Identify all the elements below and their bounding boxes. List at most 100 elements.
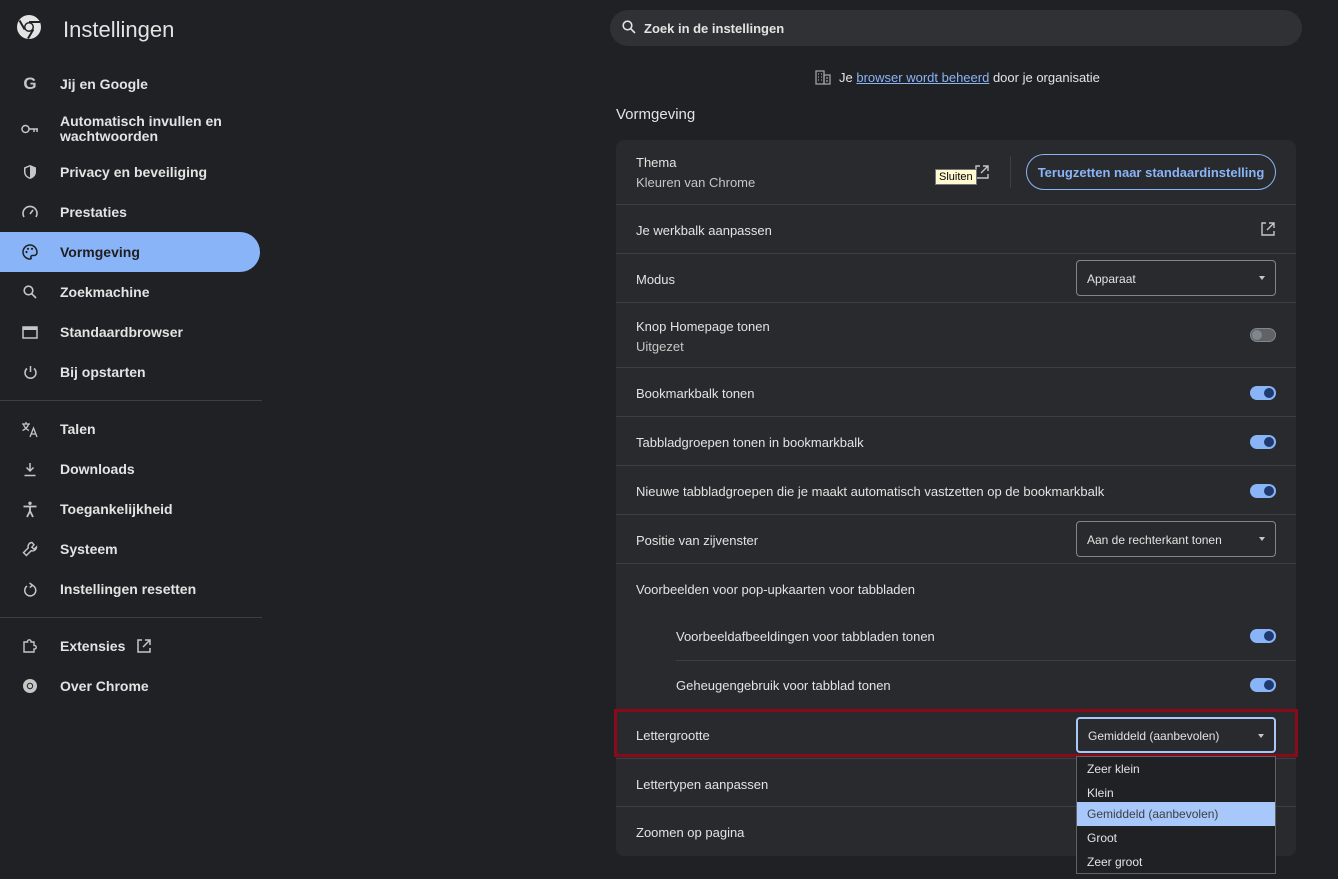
sidebar: Instellingen G Jij en Google Automatisch… <box>0 0 262 879</box>
sidebar-item-jij-en-google[interactable]: G Jij en Google <box>0 64 260 104</box>
managed-notice: Je browser wordt beheerd door je organis… <box>815 69 1100 85</box>
sidebar-item-extensies[interactable]: Extensies <box>0 626 260 666</box>
mode-row: Modus Apparaat <box>616 253 1296 302</box>
sidebar-divider <box>0 400 262 401</box>
home-button-toggle[interactable] <box>1250 328 1276 342</box>
accessibility-icon <box>20 499 40 519</box>
sidebar-item-label: Privacy en beveiliging <box>60 163 208 180</box>
chevron-down-icon <box>1259 276 1265 280</box>
dropdown-option[interactable]: Zeer groot <box>1077 850 1275 874</box>
hover-memory-toggle[interactable] <box>1250 678 1276 692</box>
toolbar-label: Je werkbalk aanpassen <box>636 223 772 238</box>
tabgroups-label: Tabbladgroepen tonen in bookmarkbalk <box>636 435 864 450</box>
fonts-label: Lettertypen aanpassen <box>636 777 769 792</box>
sidebar-item-label: Automatisch invullen en wachtwoorden <box>60 113 222 144</box>
chrome-logo <box>16 14 42 40</box>
sidebar-item-label: Prestaties <box>60 203 127 220</box>
reset-theme-button[interactable]: Terugzetten naar standaardinstelling <box>1026 154 1276 190</box>
download-icon <box>20 459 40 479</box>
sidebar-item-prestaties[interactable]: Prestaties <box>0 192 260 232</box>
tooltip: Sluiten <box>935 169 977 185</box>
pin-groups-label: Nieuwe tabbladgroepen die je maakt autom… <box>636 484 1105 499</box>
sidebar-item-label: Systeem <box>60 540 118 557</box>
hover-images-toggle[interactable] <box>1250 629 1276 643</box>
palette-icon <box>20 242 40 262</box>
sidebar-item-label: Vormgeving <box>60 243 140 260</box>
theme-sub: Kleuren van Chrome <box>636 175 756 190</box>
section-title: Vormgeving <box>616 106 696 123</box>
side-panel-label: Positie van zijvenster <box>636 533 759 548</box>
page-title: Instellingen <box>63 17 175 42</box>
sidebar-item-standaardbrowser[interactable]: Standaardbrowser <box>0 312 260 352</box>
sidebar-item-toegankelijkheid[interactable]: Toegankelijkheid <box>0 489 260 529</box>
managed-link[interactable]: browser wordt beheerd <box>856 70 989 85</box>
sidebar-item-autofill[interactable]: Automatisch invullen en wachtwoorden <box>0 108 260 150</box>
bookmarks-row: Bookmarkbalk tonen <box>616 367 1296 416</box>
reset-icon <box>20 579 40 599</box>
bookmarks-label: Bookmarkbalk tonen <box>636 386 755 401</box>
bookmarks-toggle[interactable] <box>1250 386 1276 400</box>
mode-select[interactable]: Apparaat <box>1076 260 1276 296</box>
puzzle-icon <box>20 636 40 656</box>
sidebar-item-label: Instellingen resetten <box>60 580 197 597</box>
mode-label: Modus <box>636 272 676 287</box>
hover-images-row: Voorbeeldafbeeldingen voor tabbladen ton… <box>616 612 1296 660</box>
dropdown-option-selected[interactable]: Gemiddeld (aanbevolen) <box>1077 802 1275 826</box>
wrench-icon <box>20 539 40 559</box>
side-panel-row: Positie van zijvenster Aan de rechterkan… <box>616 514 1296 563</box>
pin-groups-row: Nieuwe tabbladgroepen die je maakt autom… <box>616 465 1296 514</box>
external-link-icon <box>136 638 152 657</box>
browser-window-icon <box>20 322 40 342</box>
highlight-box <box>614 709 1298 757</box>
chrome-logo-icon <box>17 15 41 40</box>
search-input[interactable]: Zoek in de instellingen <box>610 10 1302 46</box>
key-icon <box>20 119 40 139</box>
sidebar-item-talen[interactable]: Talen <box>0 409 260 449</box>
zoom-label: Zoomen op pagina <box>636 825 745 840</box>
font-size-dropdown: Zeer klein Klein Gemiddeld (aanbevolen) … <box>1076 756 1276 874</box>
sidebar-item-label: Standaardbrowser <box>60 323 183 340</box>
chevron-down-icon <box>1259 537 1265 541</box>
hover-images-label: Voorbeeldafbeeldingen voor tabbladen ton… <box>676 629 935 644</box>
toolbar-row[interactable]: Je werkbalk aanpassen <box>616 204 1296 253</box>
sidebar-item-label: Talen <box>60 420 96 437</box>
sidebar-item-instellingen-resetten[interactable]: Instellingen resetten <box>0 569 260 609</box>
hover-memory-row: Geheugengebruik voor tabblad tonen <box>616 661 1296 709</box>
sidebar-item-label: Toegankelijkheid <box>60 500 173 517</box>
hover-memory-label: Geheugengebruik voor tabblad tonen <box>676 678 891 693</box>
vertical-separator <box>1010 156 1011 188</box>
pin-groups-toggle[interactable] <box>1250 484 1276 498</box>
managed-suffix: door je organisatie <box>992 69 1100 85</box>
tabgroups-toggle[interactable] <box>1250 435 1276 449</box>
sidebar-item-systeem[interactable]: Systeem <box>0 529 260 569</box>
sidebar-item-vormgeving[interactable]: Vormgeving <box>0 232 260 272</box>
search-icon <box>622 20 636 37</box>
home-button-label: Knop Homepage tonen <box>636 319 770 334</box>
sidebar-item-label: Bij opstarten <box>60 363 146 380</box>
dropdown-option[interactable]: Groot <box>1077 826 1275 850</box>
google-icon: G <box>23 74 37 93</box>
external-link-icon <box>1260 221 1276 240</box>
sidebar-item-bij-opstarten[interactable]: Bij opstarten <box>0 352 260 392</box>
search-placeholder: Zoek in de instellingen <box>644 21 785 36</box>
building-icon <box>815 69 831 85</box>
side-panel-select[interactable]: Aan de rechterkant tonen <box>1076 521 1276 557</box>
speedometer-icon <box>20 202 40 222</box>
hover-cards-label: Voorbeelden voor pop-upkaarten voor tabb… <box>636 582 915 597</box>
sidebar-item-label: Extensies <box>60 637 126 654</box>
sidebar-item-label: Zoekmachine <box>60 283 150 300</box>
theme-label: Thema <box>636 155 677 170</box>
sidebar-item-zoekmachine[interactable]: Zoekmachine <box>0 272 260 312</box>
dropdown-option[interactable]: Zeer klein <box>1077 757 1275 781</box>
home-button-sub: Uitgezet <box>636 339 684 354</box>
power-icon <box>20 362 40 382</box>
sidebar-divider <box>0 617 262 618</box>
translate-icon <box>20 419 40 439</box>
shield-icon <box>20 162 40 182</box>
mode-select-value: Apparaat <box>1087 272 1136 286</box>
side-panel-select-value: Aan de rechterkant tonen <box>1087 533 1222 547</box>
sidebar-item-over-chrome[interactable]: Over Chrome <box>0 666 260 706</box>
sidebar-item-downloads[interactable]: Downloads <box>0 449 260 489</box>
search-icon <box>20 282 40 302</box>
sidebar-item-privacy[interactable]: Privacy en beveiliging <box>0 152 260 192</box>
